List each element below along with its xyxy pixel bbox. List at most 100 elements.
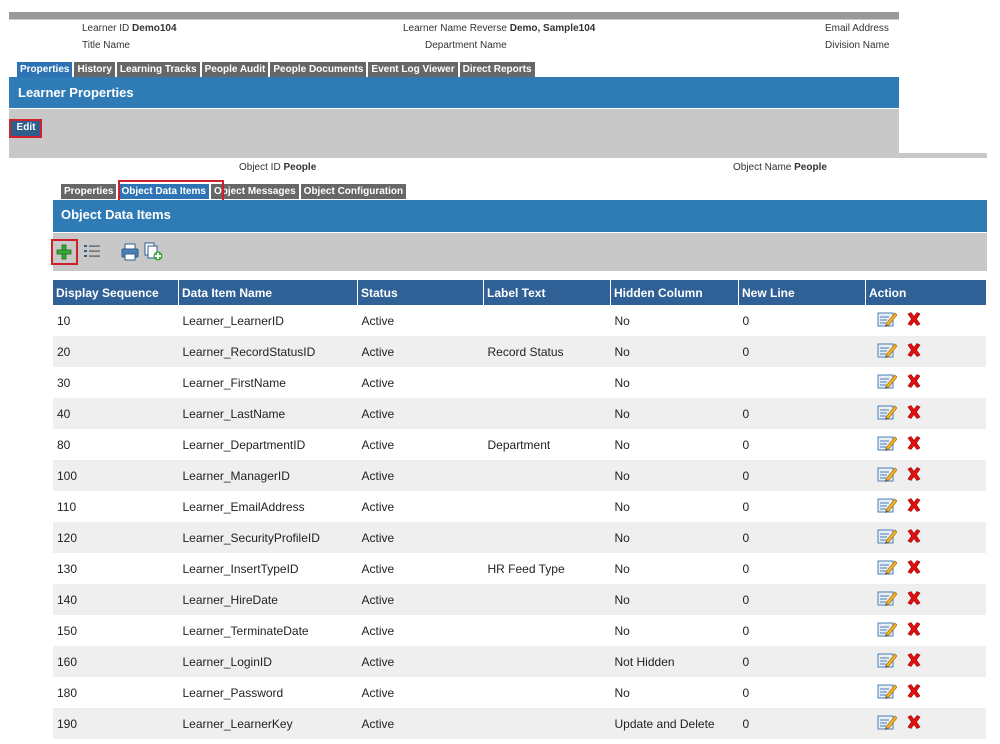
display-sequence-cell: 190 [53, 708, 179, 739]
data-item-name-cell[interactable]: Learner_LearnerKey [178, 708, 358, 739]
display-sequence-cell: 180 [57, 685, 78, 700]
col-label-text[interactable]: Label Text [483, 280, 611, 305]
object-data-items-title: Object Data Items [61, 207, 171, 222]
label-text-cell [483, 398, 611, 429]
data-item-name-cell[interactable]: Learner_InsertTypeID [179, 553, 358, 584]
new-line-cell: 0 [742, 499, 750, 514]
action-cell [866, 491, 987, 522]
display-sequence-cell: 40 [53, 398, 179, 429]
status-cell: Active [361, 561, 395, 576]
tab-people-audit[interactable]: People Audit [201, 62, 269, 77]
table-row: 190 Learner_LearnerKey Active Update and De… [53, 708, 986, 739]
col-new-line[interactable]: New Line [738, 280, 866, 305]
delete-row-icon[interactable] [907, 343, 921, 360]
table-row: 80 Learner_DepartmentID Active Department No… [53, 429, 986, 460]
delete-row-icon[interactable] [907, 436, 921, 453]
status-cell: Active [357, 398, 484, 429]
edit-row-icon[interactable] [877, 558, 897, 579]
action-cell [866, 677, 987, 708]
status-cell: Active [361, 313, 395, 328]
edit-row-icon[interactable] [877, 713, 897, 734]
delete-row-icon[interactable] [907, 591, 921, 608]
delete-row-icon[interactable] [907, 622, 921, 639]
data-item-name-cell[interactable]: Learner_TerminateDate [179, 615, 358, 646]
delete-row-icon[interactable] [907, 715, 921, 732]
label-text-cell [483, 584, 611, 615]
status-cell: Active [361, 375, 395, 390]
tab-history[interactable]: History [74, 62, 115, 77]
label-text-cell: Department [487, 437, 551, 452]
top-divider [9, 12, 899, 20]
delete-row-icon[interactable] [907, 405, 921, 422]
action-cell [865, 708, 986, 739]
learner-name-field: Learner Name Reverse Demo, Sample104 [403, 23, 595, 34]
data-item-name-cell[interactable]: Learner_DepartmentID [179, 429, 358, 460]
edit-row-icon[interactable] [877, 589, 897, 610]
data-item-name-cell[interactable]: Learner_EmailAddress [179, 491, 358, 522]
edit-row-icon[interactable] [877, 527, 897, 548]
title-name-label: Title Name [82, 40, 130, 51]
label-text-cell [483, 522, 611, 553]
edit-row-icon[interactable] [877, 341, 897, 362]
learner-id-value: Demo104 [132, 23, 177, 34]
delete-row-icon[interactable] [907, 684, 921, 701]
delete-row-icon[interactable] [907, 653, 921, 670]
edit-row-icon[interactable] [877, 372, 897, 393]
list-icon[interactable] [83, 243, 101, 266]
hidden-column-cell: No [614, 685, 630, 700]
edit-row-icon[interactable] [877, 434, 897, 455]
new-line-cell [739, 367, 866, 398]
edit-row-icon[interactable] [877, 651, 897, 672]
delete-row-icon[interactable] [907, 312, 921, 329]
edit-row-icon[interactable] [877, 620, 897, 641]
edit-row-icon[interactable] [877, 403, 897, 424]
tab-event-log-viewer[interactable]: Event Log Viewer [368, 62, 458, 77]
data-item-name-cell[interactable]: Learner_ManagerID [178, 460, 358, 491]
label-text-cell: HR Feed Type [487, 561, 565, 576]
delete-row-icon[interactable] [907, 467, 921, 484]
data-item-name-cell[interactable]: Learner_LastName [178, 398, 358, 429]
data-item-name-cell[interactable]: Learner_HireDate [178, 584, 358, 615]
action-cell [866, 615, 987, 646]
data-item-name-cell[interactable]: Learner_LoginID [178, 646, 358, 677]
delete-row-icon[interactable] [907, 498, 921, 515]
data-item-name-cell[interactable]: Learner_SecurityProfileID [178, 522, 358, 553]
tab-learning-tracks[interactable]: Learning Tracks [116, 62, 200, 77]
label-text-cell [483, 708, 611, 739]
col-status[interactable]: Status [357, 280, 484, 305]
delete-row-icon[interactable] [907, 374, 921, 391]
hidden-column-cell: No [614, 499, 630, 514]
col-display-sequence[interactable]: Display Sequence [53, 280, 179, 305]
data-item-name-cell[interactable]: Learner_LearnerID [179, 305, 358, 336]
tab-object-configuration[interactable]: Object Configuration [300, 184, 407, 199]
panel-separator [9, 153, 987, 158]
tab-object-messages[interactable]: Object Messages [210, 184, 299, 199]
tab-object-properties[interactable]: Properties [61, 184, 117, 199]
object-tabs: Properties Object Data Items Object Mess… [61, 184, 407, 199]
learner-properties-header: Learner Properties [9, 77, 899, 108]
table-row: 160 Learner_LoginID Active Not Hidden 0 [53, 646, 986, 677]
status-cell: Active [361, 623, 395, 638]
data-item-name-cell[interactable]: Learner_Password [179, 677, 358, 708]
label-text-cell [484, 491, 611, 522]
print-icon[interactable] [121, 243, 139, 266]
edit-row-icon[interactable] [877, 496, 897, 517]
tab-direct-reports[interactable]: Direct Reports [459, 62, 535, 77]
data-item-name-cell[interactable]: Learner_FirstName [179, 367, 358, 398]
table-row: 150 Learner_TerminateDate Active No 0 [53, 615, 986, 646]
data-item-name-cell[interactable]: Learner_RecordStatusID [178, 336, 358, 367]
col-data-item-name[interactable]: Data Item Name [178, 280, 358, 305]
col-hidden-column[interactable]: Hidden Column [610, 280, 739, 305]
hidden-column-cell: No [614, 375, 630, 390]
edit-row-icon[interactable] [877, 465, 897, 486]
delete-row-icon[interactable] [907, 529, 921, 546]
action-cell [865, 646, 986, 677]
delete-row-icon[interactable] [907, 560, 921, 577]
tab-properties[interactable]: Properties [17, 62, 73, 77]
edit-row-icon[interactable] [877, 682, 897, 703]
copy-add-icon[interactable] [144, 242, 163, 266]
edit-row-icon[interactable] [877, 310, 897, 331]
tab-people-documents[interactable]: People Documents [270, 62, 367, 77]
table-row: 120 Learner_SecurityProfileID Active No 0 [53, 522, 986, 553]
object-name-field: Object Name People [733, 162, 827, 173]
